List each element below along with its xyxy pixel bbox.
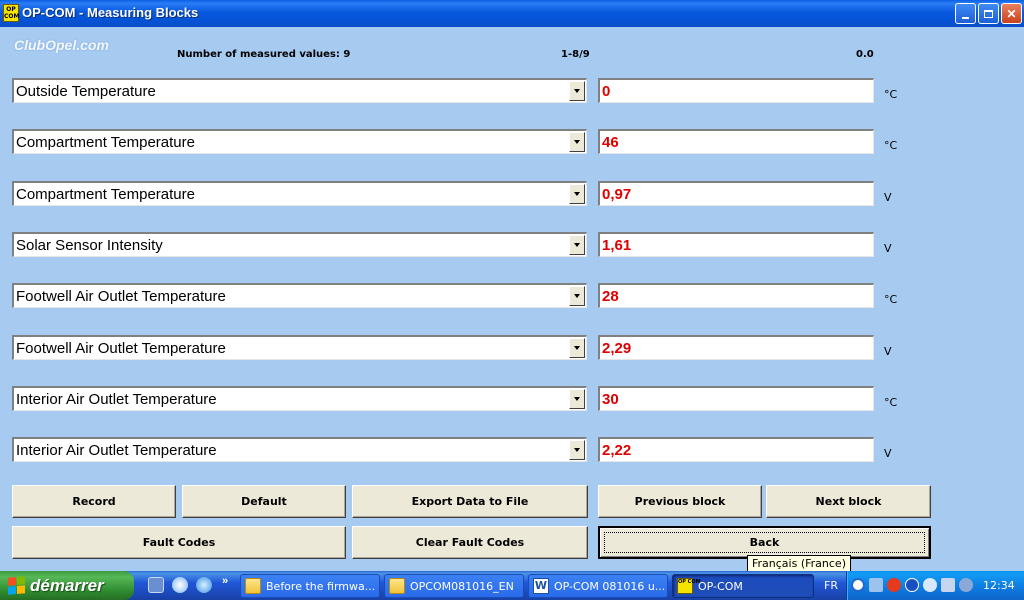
- fault-codes-button[interactable]: Fault Codes: [12, 526, 346, 559]
- measurement-value-text: 2,22: [602, 442, 632, 459]
- measurement-unit: °C: [884, 293, 898, 306]
- measurement-unit: V: [884, 447, 892, 460]
- internet-explorer-icon[interactable]: [196, 577, 212, 593]
- folder-icon: [389, 578, 405, 594]
- measurement-value-text: 30: [602, 391, 619, 408]
- measurement-name: Compartment Temperature: [16, 186, 195, 203]
- measurement-name: Solar Sensor Intensity: [16, 237, 163, 254]
- bluetooth-icon[interactable]: [905, 578, 919, 592]
- chevron-down-icon[interactable]: [569, 440, 585, 460]
- measurement-select-5[interactable]: Footwell Air Outlet Temperature: [12, 283, 587, 308]
- measurement-name: Footwell Air Outlet Temperature: [16, 288, 226, 305]
- measurement-name: Interior Air Outlet Temperature: [16, 442, 217, 459]
- block-range: 1-8/9: [561, 49, 590, 60]
- record-button[interactable]: Record: [12, 485, 176, 518]
- measurement-value-text: 1,61: [602, 237, 632, 254]
- measurement-unit: V: [884, 345, 892, 358]
- folder-icon: [245, 578, 261, 594]
- windows-logo-icon: [8, 576, 25, 595]
- measurement-unit: V: [884, 191, 892, 204]
- chevron-down-icon[interactable]: [569, 132, 585, 152]
- measurement-value-text: 28: [602, 288, 619, 305]
- measurement-value-2: 46: [598, 129, 874, 154]
- measured-values-count: Number of measured values: 9: [177, 49, 351, 60]
- chevron-down-icon[interactable]: [569, 81, 585, 101]
- measurement-select-6[interactable]: Footwell Air Outlet Temperature: [12, 335, 587, 360]
- measurement-unit: V: [884, 242, 892, 255]
- task-label: OP-COM 081016 u...: [554, 579, 666, 593]
- security-alert-icon[interactable]: [887, 578, 901, 592]
- task-label: Before the firmwa...: [266, 579, 376, 593]
- measurement-value-text: 0,97: [602, 186, 632, 203]
- device-icon[interactable]: [941, 578, 955, 592]
- task-before-firmware[interactable]: Before the firmwa...: [240, 574, 380, 598]
- clear-fault-codes-button[interactable]: Clear Fault Codes: [352, 526, 588, 559]
- close-icon: ✕: [1006, 6, 1017, 21]
- measurement-unit: °C: [884, 88, 898, 101]
- measurement-value-text: 0: [602, 83, 611, 100]
- chevron-down-icon[interactable]: [569, 389, 585, 409]
- measurement-name: Compartment Temperature: [16, 134, 195, 151]
- measurement-select-2[interactable]: Compartment Temperature: [12, 129, 587, 154]
- media-player-icon[interactable]: [172, 577, 188, 593]
- start-button[interactable]: démarrer: [0, 571, 134, 600]
- export-data-button[interactable]: Export Data to File: [352, 485, 588, 518]
- measurement-value-3: 0,97: [598, 181, 874, 206]
- task-word-document[interactable]: W OP-COM 081016 u...: [528, 574, 668, 598]
- measurement-value-text: 2,29: [602, 340, 632, 357]
- measurement-name: Outside Temperature: [16, 83, 156, 100]
- window-title: OP-COM - Measuring Blocks: [22, 5, 199, 20]
- measurement-name: Interior Air Outlet Temperature: [16, 391, 217, 408]
- quick-launch-more-icon[interactable]: »: [222, 575, 228, 587]
- chevron-down-icon[interactable]: [569, 338, 585, 358]
- measurement-name: Footwell Air Outlet Temperature: [16, 340, 226, 357]
- task-opcom-folder[interactable]: OPCOM081016_EN: [384, 574, 524, 598]
- measurement-select-3[interactable]: Compartment Temperature: [12, 181, 587, 206]
- measurement-select-1[interactable]: Outside Temperature: [12, 78, 587, 103]
- measurement-select-4[interactable]: Solar Sensor Intensity: [12, 232, 587, 257]
- chevron-down-icon[interactable]: [569, 235, 585, 255]
- close-button[interactable]: ✕: [1001, 3, 1022, 24]
- next-block-button[interactable]: Next block: [766, 485, 931, 518]
- watermark-logo: ClubOpel.com: [14, 37, 109, 53]
- measurement-value-6: 2,29: [598, 335, 874, 360]
- task-op-com[interactable]: OP COM OP-COM: [672, 574, 814, 598]
- task-label: OPCOM081016_EN: [410, 579, 514, 593]
- language-indicator[interactable]: FR: [824, 579, 838, 592]
- measurement-value-5: 28: [598, 283, 874, 308]
- task-label: OP-COM: [698, 579, 743, 593]
- op-com-app-icon: OP COM: [3, 4, 20, 22]
- minimize-button[interactable]: [955, 3, 976, 24]
- elapsed-time: 0.0: [856, 49, 874, 60]
- tray-chevron-icon[interactable]: [851, 578, 865, 592]
- measurement-value-4: 1,61: [598, 232, 874, 257]
- start-label: démarrer: [30, 575, 104, 595]
- measurement-value-1: 0: [598, 78, 874, 103]
- measurement-unit: °C: [884, 139, 898, 152]
- measurement-value-7: 30: [598, 386, 874, 411]
- restore-icon: [984, 9, 993, 18]
- op-com-icon: OP COM: [677, 578, 701, 594]
- wireless-icon[interactable]: [923, 578, 937, 592]
- measurement-value-text: 46: [602, 134, 619, 151]
- chevron-down-icon[interactable]: [569, 184, 585, 204]
- network-icon[interactable]: [869, 578, 883, 592]
- default-button[interactable]: Default: [182, 485, 346, 518]
- measurement-select-7[interactable]: Interior Air Outlet Temperature: [12, 386, 587, 411]
- previous-block-button[interactable]: Previous block: [598, 485, 762, 518]
- chevron-down-icon[interactable]: [569, 286, 585, 306]
- taskbar: démarrer » Before the firmwa... OPCOM081…: [0, 571, 1024, 600]
- title-bar: OP COM OP-COM - Measuring Blocks ✕: [0, 0, 1024, 27]
- restore-button[interactable]: [978, 3, 999, 24]
- focus-rectangle: [604, 532, 925, 553]
- volume-icon[interactable]: [959, 578, 973, 592]
- clock: 12:34: [983, 579, 1015, 592]
- show-desktop-icon[interactable]: [148, 577, 164, 593]
- word-icon: W: [533, 578, 549, 594]
- measurement-select-8[interactable]: Interior Air Outlet Temperature: [12, 437, 587, 462]
- minimize-icon: [962, 16, 969, 19]
- measurement-value-8: 2,22: [598, 437, 874, 462]
- measurement-unit: °C: [884, 396, 898, 409]
